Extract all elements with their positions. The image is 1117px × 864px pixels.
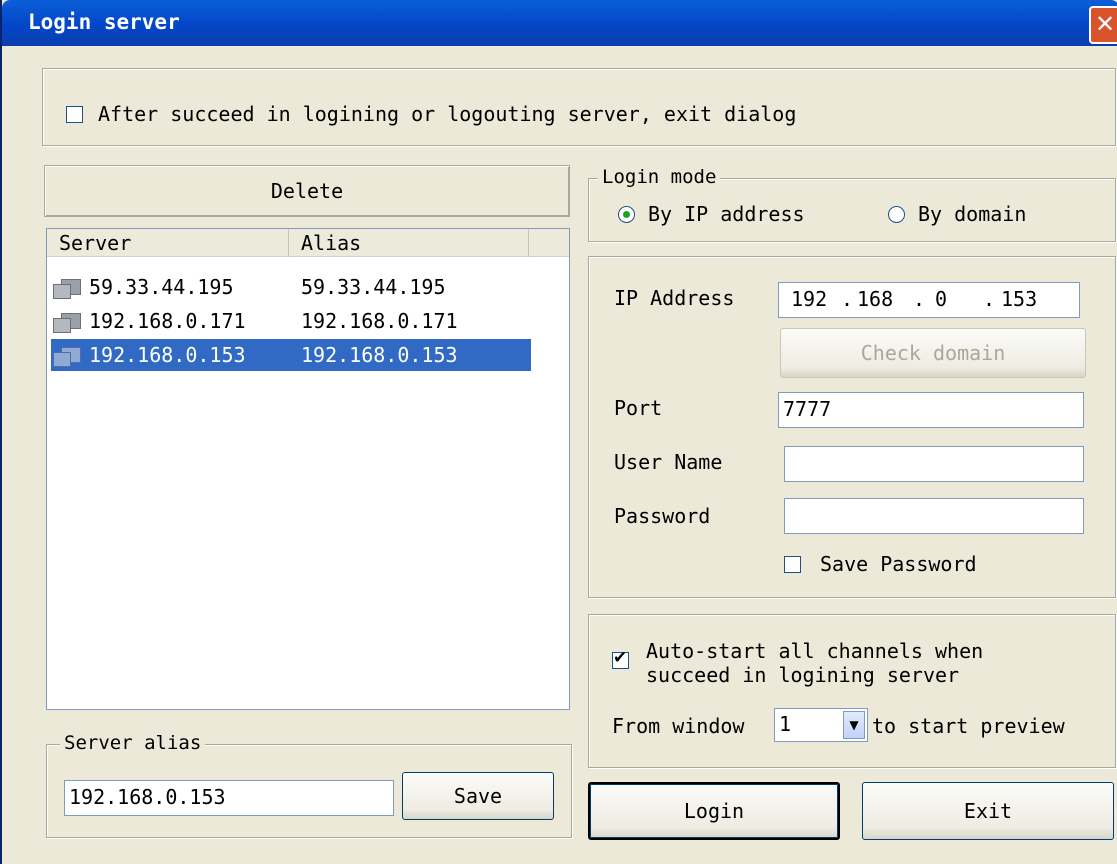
table-row[interactable]: 192.168.0.153 192.168.0.153	[51, 339, 531, 371]
autostart-label-line1: Auto-start all channels when	[646, 639, 984, 663]
by-ip-label: By IP address	[648, 202, 805, 226]
column-header-alias[interactable]: Alias	[289, 229, 529, 257]
server-alias-legend: Server alias	[60, 732, 206, 754]
row-alias: 192.168.0.171	[301, 309, 458, 333]
user-name-label: User Name	[614, 450, 723, 474]
delete-button[interactable]: Delete	[44, 165, 570, 217]
save-alias-button[interactable]: Save	[402, 772, 554, 820]
server-list[interactable]: Server Alias 59.33.44.195 59.33.44.195 1…	[46, 228, 570, 710]
column-header-filler	[529, 229, 569, 257]
port-label: Port	[614, 396, 663, 420]
computer-icon	[53, 347, 81, 367]
table-row[interactable]: 192.168.0.171 192.168.0.171	[51, 305, 531, 337]
title-bar[interactable]: Login server ✕	[2, 0, 1117, 46]
row-alias: 192.168.0.153	[301, 343, 458, 367]
save-password-checkbox[interactable]	[784, 556, 801, 573]
by-domain-label: By domain	[918, 202, 1027, 226]
column-header-server[interactable]: Server	[47, 229, 289, 257]
row-server: 59.33.44.195	[89, 275, 234, 299]
window-select-value: 1	[779, 712, 792, 736]
row-server: 192.168.0.153	[89, 343, 246, 367]
preview-group	[588, 614, 1116, 768]
ip-address-field[interactable]: 192 . 168 . 0 . 153	[778, 282, 1080, 318]
autostart-label-line2: succeed in logining server	[646, 663, 960, 687]
exit-after-checkbox[interactable]	[66, 106, 83, 123]
ip-octet-1[interactable]: 192	[791, 283, 827, 315]
password-label: Password	[614, 504, 711, 528]
login-mode-legend: Login mode	[598, 166, 721, 188]
login-server-dialog: Login server ✕ After succeed in logining…	[0, 0, 1117, 864]
ip-address-label: IP Address	[614, 286, 735, 310]
login-button[interactable]: Login	[588, 782, 840, 840]
autostart-checkbox[interactable]	[612, 648, 629, 669]
computer-icon	[53, 279, 81, 299]
exit-button[interactable]: Exit	[862, 782, 1114, 840]
save-password-label: Save Password	[820, 552, 977, 576]
to-start-preview-label: to start preview	[872, 714, 1065, 738]
window-title: Login server	[28, 10, 180, 34]
ip-octet-2[interactable]: 168	[857, 283, 893, 315]
exit-after-label: After succeed in logining or logouting s…	[98, 102, 797, 126]
row-alias: 59.33.44.195	[301, 275, 446, 299]
chevron-down-icon[interactable]: ▼	[843, 711, 865, 739]
server-alias-input[interactable]: 192.168.0.153	[64, 780, 394, 816]
password-input[interactable]	[784, 498, 1084, 534]
ip-octet-3[interactable]: 0	[935, 283, 947, 315]
table-row[interactable]: 59.33.44.195 59.33.44.195	[51, 271, 531, 303]
row-server: 192.168.0.171	[89, 309, 246, 333]
port-input[interactable]: 7777	[778, 392, 1084, 428]
from-window-label: From window	[612, 714, 745, 738]
window-select[interactable]: 1 ▼	[774, 708, 868, 742]
check-domain-button[interactable]: Check domain	[780, 328, 1086, 378]
close-icon[interactable]: ✕	[1089, 6, 1117, 44]
ip-octet-4[interactable]: 153	[1001, 283, 1037, 315]
computer-icon	[53, 313, 81, 333]
by-domain-radio[interactable]	[888, 206, 905, 223]
user-name-input[interactable]	[784, 446, 1084, 482]
by-ip-radio[interactable]	[618, 206, 635, 223]
